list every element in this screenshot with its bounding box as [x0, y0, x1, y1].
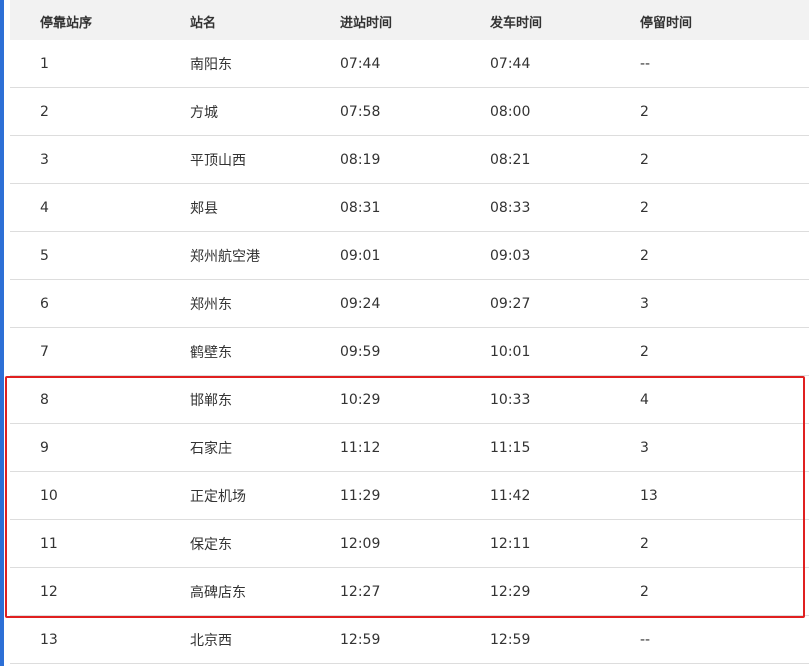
departure-time: 10:33: [490, 391, 531, 408]
table-row: 13 北京西 12:59 12:59 --: [10, 616, 809, 664]
arrival-time: 09:24: [340, 295, 381, 312]
departure-time: 10:01: [490, 343, 531, 360]
header-stop-order: 停靠站序: [40, 16, 93, 31]
departure-time: 12:59: [490, 631, 531, 648]
stop-order: 10: [40, 487, 58, 504]
arrival-time: 10:29: [340, 391, 381, 408]
header-stop-duration: 停留时间: [640, 16, 693, 31]
arrival-time: 12:09: [340, 535, 381, 552]
stop-order: 1: [40, 55, 49, 72]
arrival-time: 08:19: [340, 151, 381, 168]
stop-order: 5: [40, 247, 49, 264]
stop-order: 3: [40, 151, 49, 168]
station-name: 石家庄: [190, 440, 232, 457]
stop-order: 4: [40, 199, 49, 216]
arrival-time: 08:31: [340, 199, 381, 216]
station-name: 南阳东: [190, 56, 232, 73]
table-row: 1 南阳东 07:44 07:44 --: [10, 40, 809, 88]
table-row: 9 石家庄 11:12 11:15 3: [10, 424, 809, 472]
stop-order: 11: [40, 535, 58, 552]
stop-duration: 2: [640, 151, 649, 168]
station-name: 方城: [190, 104, 218, 121]
table-row: 10 正定机场 11:29 11:42 13: [10, 472, 809, 520]
stop-order: 6: [40, 295, 49, 312]
arrival-time: 11:12: [340, 439, 381, 456]
stop-duration: 13: [640, 487, 658, 504]
stop-schedule-table: 停靠站序 站名 进站时间 发车时间 停留时间 1 南阳东 07:44 07:44…: [10, 0, 809, 664]
stop-order: 9: [40, 439, 49, 456]
arrival-time: 09:59: [340, 343, 381, 360]
stop-duration: 2: [640, 199, 649, 216]
departure-time: 07:44: [490, 55, 531, 72]
train-schedule-page: 停靠站序 站名 进站时间 发车时间 停留时间 1 南阳东 07:44 07:44…: [0, 0, 809, 666]
departure-time: 09:03: [490, 247, 531, 264]
stop-order: 13: [40, 631, 58, 648]
stop-duration: --: [640, 631, 651, 648]
departure-time: 09:27: [490, 295, 531, 312]
table-row: 12 高碑店东 12:27 12:29 2: [10, 568, 809, 616]
station-name: 郏县: [190, 200, 218, 217]
arrival-time: 12:59: [340, 631, 381, 648]
stop-duration: 2: [640, 343, 649, 360]
arrival-time: 07:44: [340, 55, 381, 72]
table-row: 5 郑州航空港 09:01 09:03 2: [10, 232, 809, 280]
station-name: 郑州东: [190, 296, 232, 313]
header-departure-time: 发车时间: [490, 16, 543, 31]
stop-order: 2: [40, 103, 49, 120]
table-row: 3 平顶山西 08:19 08:21 2: [10, 136, 809, 184]
table-row: 7 鹤壁东 09:59 10:01 2: [10, 328, 809, 376]
departure-time: 08:00: [490, 103, 531, 120]
station-name: 北京西: [190, 632, 232, 649]
table-row: 11 保定东 12:09 12:11 2: [10, 520, 809, 568]
arrival-time: 11:29: [340, 487, 381, 504]
station-name: 正定机场: [190, 488, 246, 505]
arrival-time: 07:58: [340, 103, 381, 120]
table-row: 2 方城 07:58 08:00 2: [10, 88, 809, 136]
stop-duration: 2: [640, 103, 649, 120]
stop-duration: 4: [640, 391, 649, 408]
departure-time: 08:21: [490, 151, 531, 168]
station-name: 平顶山西: [190, 152, 246, 169]
header-arrival-time: 进站时间: [340, 16, 393, 31]
station-name: 鹤壁东: [190, 344, 232, 361]
left-edge-accent: [0, 0, 4, 666]
table-header: 停靠站序 站名 进站时间 发车时间 停留时间: [10, 0, 809, 40]
departure-time: 11:42: [490, 487, 531, 504]
stop-duration: 2: [640, 535, 649, 552]
stop-duration: --: [640, 55, 651, 72]
stop-duration: 3: [640, 295, 649, 312]
station-name: 保定东: [190, 536, 232, 553]
departure-time: 12:29: [490, 583, 531, 600]
table-row: 4 郏县 08:31 08:33 2: [10, 184, 809, 232]
stop-order: 8: [40, 391, 49, 408]
departure-time: 11:15: [490, 439, 531, 456]
arrival-time: 09:01: [340, 247, 381, 264]
stop-duration: 2: [640, 583, 649, 600]
stop-duration: 3: [640, 439, 649, 456]
header-station-name: 站名: [190, 16, 217, 31]
station-name: 高碑店东: [190, 584, 246, 601]
station-name: 郑州航空港: [190, 248, 260, 265]
table-row: 8 邯郸东 10:29 10:33 4: [10, 376, 809, 424]
stop-order: 12: [40, 583, 58, 600]
departure-time: 12:11: [490, 535, 531, 552]
table-row: 6 郑州东 09:24 09:27 3: [10, 280, 809, 328]
station-name: 邯郸东: [190, 392, 232, 409]
stop-order: 7: [40, 343, 49, 360]
stop-duration: 2: [640, 247, 649, 264]
departure-time: 08:33: [490, 199, 531, 216]
arrival-time: 12:27: [340, 583, 381, 600]
